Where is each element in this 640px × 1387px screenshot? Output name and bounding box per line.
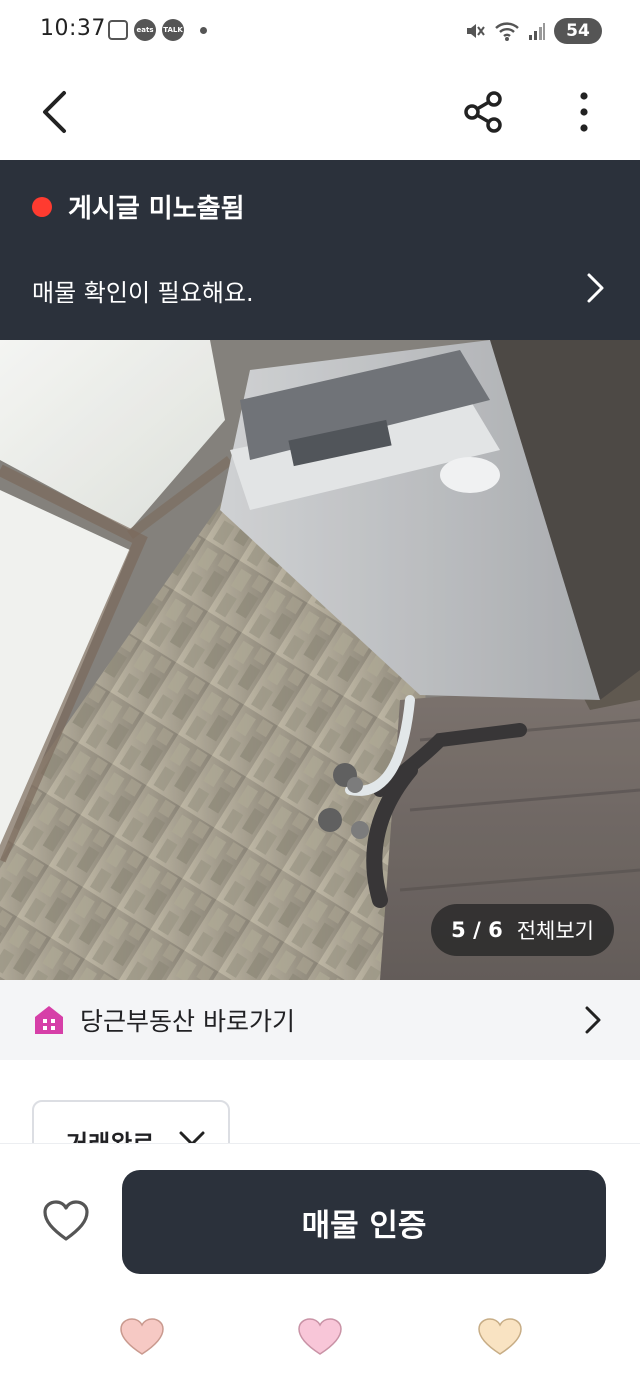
banner-title: 게시글 미노출됨 [68,194,245,224]
verify-listing-button[interactable]: 매물 인증 [122,1170,606,1274]
bottom-action-bar: 매물 인증 [0,1143,640,1293]
status-bar: 10:37 eats TALK 54 [0,0,640,64]
house-icon [35,1006,63,1034]
banner-title-row: 게시글 미노출됨 [32,188,245,225]
view-all-label: 전체보기 [516,919,594,943]
gallery-icon [108,20,128,40]
back-button[interactable] [30,82,78,142]
mute-icon [467,24,485,38]
listing-photo[interactable]: 5 / 6 전체보기 [0,340,640,980]
status-app-icons: eats TALK [108,19,207,41]
photo-counter-index: 5 / 6 [451,918,503,942]
kakaotalk-icon: TALK [162,19,184,41]
battery-indicator: 54 [554,18,602,44]
banner-subtitle: 매물 확인이 필요해요. [32,279,254,307]
more-vertical-icon [580,92,588,132]
realty-shortcut-label: 당근부동산 바로가기 [80,1007,295,1036]
status-system-icons: 54 [464,18,602,44]
coupang-eats-icon: eats [134,19,156,41]
status-time: 10:37 [40,16,106,41]
battery-level: 54 [566,21,590,41]
share-icon [464,91,502,133]
heart-outline-icon [43,1200,89,1241]
wifi-icon [495,22,519,41]
photo-image [0,340,640,980]
recent-apps-heart-icon[interactable] [118,1317,166,1357]
hidden-post-banner[interactable]: 게시글 미노출됨 매물 확인이 필요해요. [0,160,640,340]
like-button[interactable] [38,1194,94,1248]
chevron-left-icon [43,91,66,133]
back-heart-icon[interactable] [476,1317,524,1357]
notification-dot-icon [200,26,207,34]
photo-counter-button[interactable]: 5 / 6 전체보기 [431,904,614,956]
share-button[interactable] [456,82,512,142]
navigation-bar [0,1293,640,1387]
signal-icon [529,23,545,40]
status-dot-icon [32,196,52,217]
more-options-button[interactable] [560,82,608,142]
home-heart-icon[interactable] [296,1317,344,1357]
realty-shortcut-link[interactable]: 당근부동산 바로가기 [0,980,640,1060]
chevron-right-icon [585,1006,601,1034]
app-bar [0,64,640,160]
chevron-right-icon [587,273,604,303]
